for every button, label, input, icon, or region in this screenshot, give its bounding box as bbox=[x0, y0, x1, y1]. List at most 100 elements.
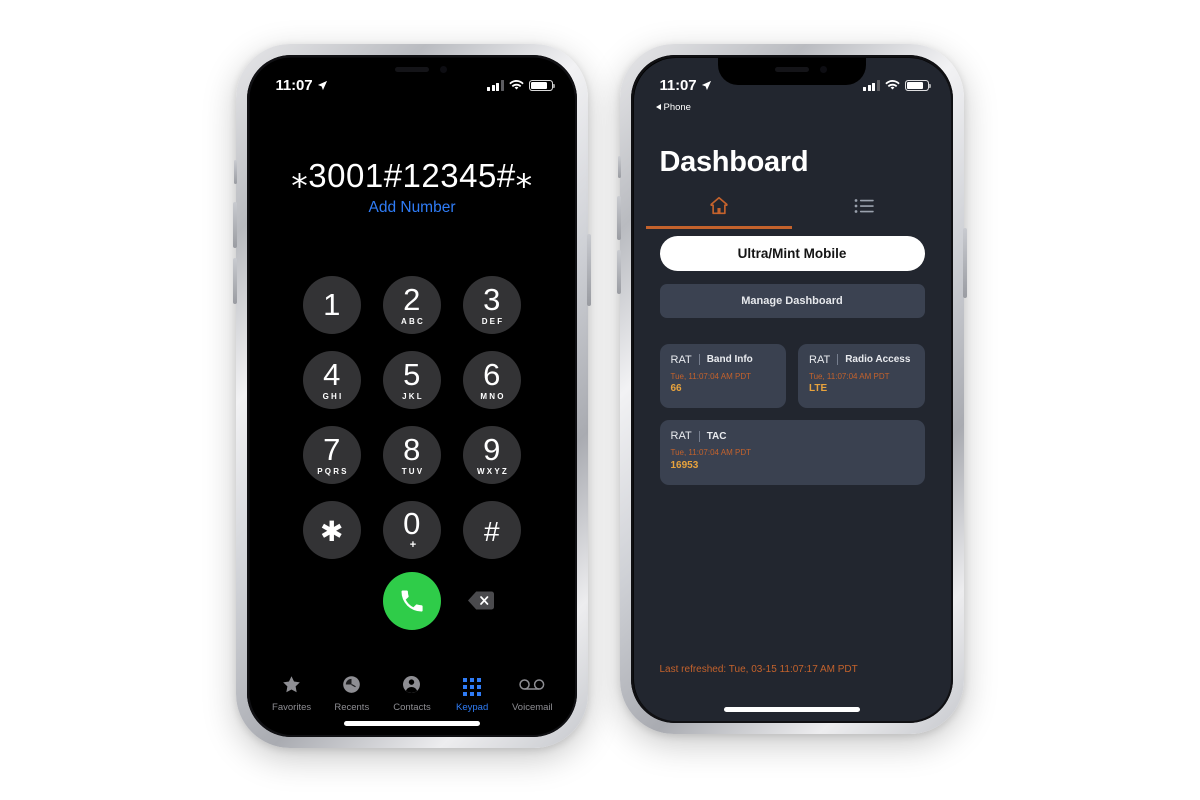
notch-right bbox=[718, 57, 866, 85]
phone-tab-label: Contacts bbox=[393, 701, 431, 713]
back-to-phone-link[interactable]: Phone bbox=[655, 102, 691, 113]
card-value: 66 bbox=[670, 383, 682, 395]
volume-up-button[interactable] bbox=[233, 202, 237, 248]
delete-button[interactable] bbox=[467, 590, 495, 611]
keypad-key-digit: 6 bbox=[483, 356, 501, 392]
mute-switch-right[interactable] bbox=[618, 156, 621, 178]
dialer-screen: 11:07 ⁎3001#12345#⁎ Add Number 1 2 ABC 3… bbox=[249, 57, 575, 735]
mute-switch[interactable] bbox=[234, 160, 237, 184]
wifi-icon bbox=[884, 80, 900, 90]
tab-list[interactable] bbox=[792, 184, 939, 229]
keypad-key-digit: 3 bbox=[483, 281, 501, 317]
call-button[interactable] bbox=[383, 571, 441, 630]
keypad: 1 2 ABC 3 DEF 4 GHI 5 JKL 6 MNO 7 PQRS 8 TUV 9 WXYZ ✱ 0 + # bbox=[250, 275, 575, 559]
card-header: RAT Radio Access bbox=[809, 354, 914, 366]
phone-tab-bar: Favorites Recents Contacts Keypad Voicemail bbox=[250, 674, 575, 713]
location-arrow-icon bbox=[701, 80, 711, 91]
call-controls-row bbox=[250, 571, 575, 630]
phone-tab-voicemail[interactable]: Voicemail bbox=[504, 676, 560, 713]
keypad-key-letters: TUV bbox=[401, 466, 425, 476]
keypad-key-digit: 1 bbox=[323, 287, 341, 322]
page-title: Dashboard bbox=[659, 145, 809, 178]
phone-tab-label: Voicemail bbox=[512, 701, 553, 713]
keypad-key-digit: ✱ bbox=[320, 516, 344, 547]
keypad-key-letters: PQRS bbox=[317, 466, 349, 476]
voicemail-icon bbox=[519, 677, 545, 697]
keypad-key-7[interactable]: 7 PQRS bbox=[303, 425, 361, 484]
keypad-key-4[interactable]: 4 GHI bbox=[303, 350, 361, 409]
keypad-key-letters: WXYZ bbox=[477, 466, 509, 476]
keypad-key-2[interactable]: 2 ABC bbox=[383, 275, 441, 334]
status-icons-left bbox=[487, 79, 555, 92]
keypad-key-letters: ABC bbox=[401, 316, 425, 326]
phone-bezel-right: 11:07 Phone Dashboard Ultra/Mint Mobile … bbox=[631, 55, 953, 723]
keypad-key-digit: 7 bbox=[323, 431, 341, 467]
add-number-link[interactable]: Add Number bbox=[250, 199, 575, 217]
phone-tab-label: Recents bbox=[334, 701, 370, 713]
home-icon bbox=[710, 196, 728, 215]
notch-left bbox=[336, 57, 488, 86]
volume-down-button[interactable] bbox=[233, 258, 237, 304]
screen-left: 11:07 ⁎3001#12345#⁎ Add Number 1 2 ABC 3… bbox=[249, 57, 575, 735]
keypad-key-digit: 2 bbox=[403, 281, 421, 317]
phone-tab-keypad[interactable]: Keypad bbox=[444, 676, 500, 713]
phone-tab-contacts[interactable]: Contacts bbox=[384, 675, 440, 713]
keypad-key-letters: DEF bbox=[481, 316, 505, 326]
power-button[interactable] bbox=[587, 234, 591, 306]
phone-device-right: 11:07 Phone Dashboard Ultra/Mint Mobile … bbox=[617, 44, 967, 734]
location-arrow-icon bbox=[317, 80, 327, 91]
card-timestamp: Tue, 11:07:04 AM PDT bbox=[670, 448, 751, 458]
phone-bezel-left: 11:07 ⁎3001#12345#⁎ Add Number 1 2 ABC 3… bbox=[247, 55, 577, 737]
keypad-key-1[interactable]: 1 bbox=[303, 275, 361, 334]
card-group: RAT bbox=[670, 430, 692, 443]
keypad-key-letters: JKL bbox=[402, 391, 424, 401]
status-icons-right bbox=[863, 79, 931, 92]
dialed-number-display[interactable]: ⁎3001#12345#⁎ bbox=[250, 156, 575, 195]
card-title: Band Info bbox=[706, 354, 753, 365]
keypad-key-digit: 9 bbox=[483, 431, 501, 467]
keypad-key-digit: 5 bbox=[403, 356, 421, 392]
carrier-selector-button[interactable]: Ultra/Mint Mobile bbox=[659, 235, 925, 271]
keypad-key-8[interactable]: 8 TUV bbox=[383, 425, 441, 484]
last-refreshed-label: Last refreshed: Tue, 03-15 11:07:17 AM P… bbox=[659, 663, 858, 675]
volume-up-button-right[interactable] bbox=[617, 196, 621, 240]
phone-tab-recents[interactable]: Recents bbox=[324, 675, 380, 713]
card-divider bbox=[837, 354, 839, 365]
keypad-key-3[interactable]: 3 DEF bbox=[463, 275, 521, 334]
phone-tab-label: Keypad bbox=[456, 701, 489, 713]
wifi-icon bbox=[508, 80, 524, 90]
star-icon bbox=[281, 674, 302, 700]
dashboard-screen: 11:07 Phone Dashboard Ultra/Mint Mobile … bbox=[633, 57, 951, 721]
keypad-grid-icon bbox=[463, 677, 482, 696]
dashboard-card[interactable]: RAT Band Info Tue, 11:07:04 AM PDT 66 bbox=[659, 343, 786, 409]
phone-tab-icon bbox=[519, 676, 545, 698]
earpiece-speaker bbox=[395, 66, 447, 73]
keypad-key-0[interactable]: 0 + bbox=[383, 500, 441, 559]
keypad-key-6[interactable]: 6 MNO bbox=[463, 350, 521, 409]
volume-down-button-right[interactable] bbox=[617, 250, 621, 294]
screen-right: 11:07 Phone Dashboard Ultra/Mint Mobile … bbox=[633, 57, 951, 721]
battery-icon bbox=[904, 79, 931, 92]
keypad-key-9[interactable]: 9 WXYZ bbox=[463, 425, 521, 484]
home-indicator-left bbox=[344, 720, 480, 726]
card-timestamp: Tue, 11:07:04 AM PDT bbox=[670, 371, 751, 381]
card-group: RAT bbox=[809, 353, 831, 366]
dashboard-tabs bbox=[645, 184, 939, 229]
status-time: 11:07 bbox=[275, 77, 313, 94]
card-header: RAT Band Info bbox=[671, 354, 776, 366]
battery-icon bbox=[528, 79, 555, 92]
manage-dashboard-button[interactable]: Manage Dashboard bbox=[659, 283, 925, 318]
dashboard-card[interactable]: RAT TAC Tue, 11:07:04 AM PDT 16953 bbox=[659, 420, 925, 485]
earpiece-speaker-right bbox=[775, 65, 827, 73]
keypad-key-hash[interactable]: # bbox=[463, 500, 521, 559]
power-button-right[interactable] bbox=[963, 228, 967, 298]
dashboard-card[interactable]: RAT Radio Access Tue, 11:07:04 AM PDT LTE bbox=[798, 343, 925, 409]
tab-home[interactable] bbox=[645, 184, 793, 229]
home-indicator-right bbox=[724, 706, 860, 712]
card-divider bbox=[698, 354, 700, 365]
phone-tab-favorites[interactable]: Favorites bbox=[264, 674, 320, 713]
keypad-key-5[interactable]: 5 JKL bbox=[383, 350, 441, 409]
keypad-key-star[interactable]: ✱ bbox=[303, 500, 361, 559]
phone-tab-label: Favorites bbox=[272, 701, 312, 713]
cellular-signal-icon bbox=[863, 80, 880, 91]
